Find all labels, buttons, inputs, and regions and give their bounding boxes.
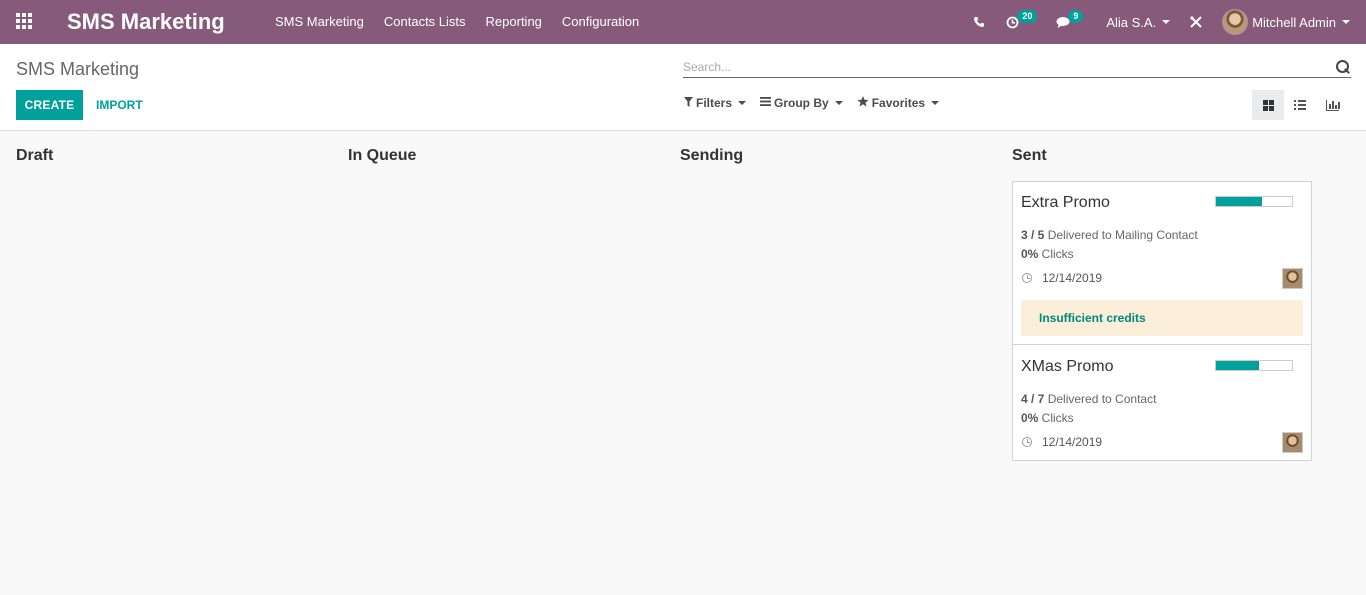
activity-count-badge: 20 [1017,10,1038,23]
top-navbar: SMS Marketing SMS Marketing Contacts Lis… [0,0,1366,44]
card-title: XMas Promo [1021,358,1114,375]
filters-label: Filters [696,96,733,110]
responsible-avatar[interactable] [1282,432,1303,453]
search-options: Filters Group By Favorites [684,96,953,110]
activity-clock-icon[interactable]: 20 [998,0,1052,44]
kanban-card[interactable]: XMas Promo 4 / 7 Delivered to Contact 0%… [1012,344,1312,461]
column-title-in-queue: In Queue [348,147,417,164]
chevron-down-icon [1342,20,1350,24]
delivered-text: Delivered to Mailing Contact [1044,228,1198,242]
delivery-progress-bar [1215,360,1293,371]
bars-icon [760,97,772,109]
company-name: Alia S.A. [1106,14,1157,30]
main-menu: SMS Marketing Contacts Lists Reporting C… [265,0,649,44]
column-title-draft: Draft [16,147,54,164]
column-title-sent: Sent [1012,147,1047,164]
search-icon[interactable] [1335,59,1351,75]
menu-item-configuration[interactable]: Configuration [552,0,649,44]
group-by-dropdown[interactable]: Group By [760,96,843,110]
schedule-date-row: 12/14/2019 [1021,435,1102,449]
control-panel: SMS Marketing CREATE IMPORT Filters Grou… [0,44,1366,131]
phone-icon[interactable] [960,0,998,44]
kanban-icon [1262,99,1274,111]
clicks-line: 0% Clicks [1021,411,1074,425]
favorites-dropdown[interactable]: Favorites [857,96,940,110]
schedule-date: 12/14/2019 [1042,435,1103,449]
delivered-text: Delivered to Contact [1044,392,1157,406]
group-by-label: Group By [774,96,829,110]
insufficient-credits-warning[interactable]: Insufficient credits [1021,300,1303,336]
message-count-badge: 9 [1068,10,1084,23]
menu-item-sms-marketing[interactable]: SMS Marketing [265,0,374,44]
menu-item-reporting[interactable]: Reporting [476,0,552,44]
chevron-down-icon [834,101,843,105]
messaging-icon[interactable]: 9 [1052,0,1096,44]
search-bar [683,56,1351,78]
user-avatar [1222,9,1249,35]
kanban-view-button[interactable] [1252,90,1284,120]
kanban-card[interactable]: Extra Promo 3 / 5 Delivered to Mailing C… [1012,181,1312,345]
chevron-down-icon [738,101,747,105]
import-button[interactable]: IMPORT [96,90,143,120]
clicks-text: Clicks [1038,411,1074,425]
graph-view-button[interactable] [1316,90,1348,120]
chevron-down-icon [931,101,940,105]
favorites-label: Favorites [871,96,926,110]
delivered-count: 4 / 7 [1021,392,1045,406]
delivered-line: 3 / 5 Delivered to Mailing Contact [1021,228,1198,242]
delivered-count: 3 / 5 [1021,228,1045,242]
schedule-date: 12/14/2019 [1042,271,1103,285]
clicks-text: Clicks [1038,247,1074,261]
bar-chart-icon [1325,99,1340,111]
list-icon [1294,100,1306,110]
schedule-date-row: 12/14/2019 [1021,271,1102,285]
chevron-down-icon [1162,20,1171,24]
column-title-sending: Sending [680,147,744,164]
user-name: Mitchell Admin [1252,14,1336,30]
systray: 20 9 Alia S.A. Mitchell Admin [960,0,1366,44]
search-input[interactable] [683,59,1335,74]
clicks-value: 0% [1021,411,1039,425]
responsible-avatar[interactable] [1282,268,1303,289]
app-brand[interactable]: SMS Marketing [67,9,225,35]
delivered-line: 4 / 7 Delivered to Contact [1021,392,1156,406]
card-title: Extra Promo [1021,194,1110,211]
filter-icon [684,96,693,110]
clock-icon [1022,273,1032,283]
create-button[interactable]: CREATE [16,90,83,120]
clicks-value: 0% [1021,247,1039,261]
progress-fill [1216,361,1260,370]
company-switcher[interactable]: Alia S.A. [1096,0,1176,44]
view-switcher [1252,90,1348,120]
apps-menu-icon[interactable] [16,13,34,31]
star-icon [857,96,869,110]
delivery-progress-bar [1215,196,1293,207]
clock-icon [1022,437,1032,447]
list-view-button[interactable] [1284,90,1316,120]
breadcrumb: SMS Marketing [16,59,140,79]
progress-fill [1216,197,1262,206]
clicks-line: 0% Clicks [1021,247,1074,261]
menu-item-contacts-lists[interactable]: Contacts Lists [374,0,476,44]
user-menu[interactable]: Mitchell Admin [1216,0,1366,44]
debug-tools-icon[interactable] [1176,0,1216,44]
filters-dropdown[interactable]: Filters [684,96,747,110]
